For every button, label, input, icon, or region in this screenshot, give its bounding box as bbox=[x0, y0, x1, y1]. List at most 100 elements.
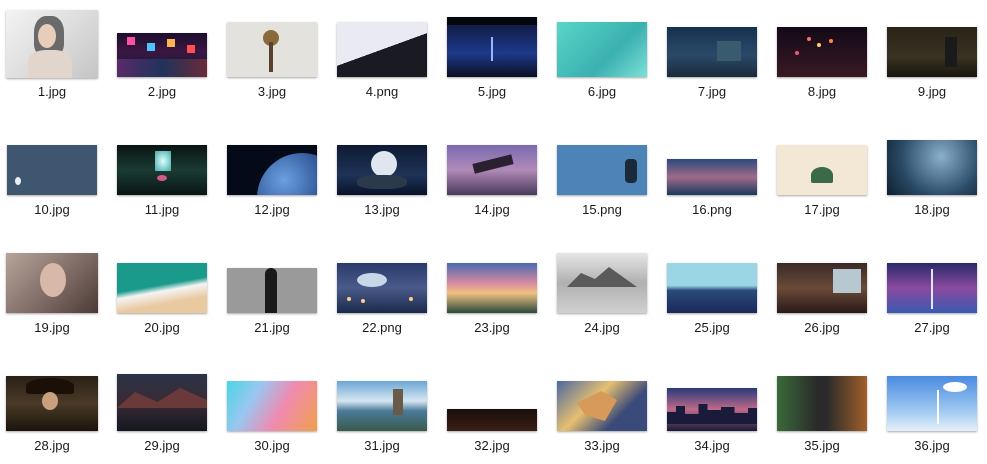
image-thumbnail-icon bbox=[337, 22, 427, 77]
image-thumbnail-icon bbox=[337, 263, 427, 313]
file-item[interactable]: 10.jpg bbox=[0, 118, 107, 228]
image-thumbnail-icon bbox=[777, 27, 867, 77]
file-item[interactable]: 23.jpg bbox=[437, 236, 547, 346]
file-name: 5.jpg bbox=[477, 84, 507, 99]
file-name: 1.jpg bbox=[37, 84, 67, 99]
file-item[interactable]: 12.jpg bbox=[217, 118, 327, 228]
image-thumbnail-icon bbox=[667, 27, 757, 77]
file-item[interactable]: 6.jpg bbox=[547, 0, 657, 110]
file-item[interactable]: 30.jpg bbox=[217, 354, 327, 464]
file-item[interactable]: 31.jpg bbox=[327, 354, 437, 464]
file-name: 30.jpg bbox=[254, 438, 290, 453]
file-item[interactable]: 22.png bbox=[327, 236, 437, 346]
image-thumbnail-icon bbox=[227, 145, 317, 195]
file-name: 29.jpg bbox=[144, 438, 180, 453]
file-item[interactable]: 8.jpg bbox=[767, 0, 877, 110]
file-name: 11.jpg bbox=[144, 202, 180, 217]
file-item[interactable]: 24.jpg bbox=[547, 236, 657, 346]
image-thumbnail-icon bbox=[337, 145, 427, 195]
file-name: 13.jpg bbox=[364, 202, 400, 217]
file-name: 2.jpg bbox=[147, 84, 177, 99]
file-item[interactable]: 15.png bbox=[547, 118, 657, 228]
file-item[interactable]: 5.jpg bbox=[437, 0, 547, 110]
file-name: 34.jpg bbox=[694, 438, 730, 453]
file-name: 22.png bbox=[362, 320, 402, 335]
image-thumbnail-icon bbox=[447, 409, 537, 431]
file-name: 24.jpg bbox=[584, 320, 620, 335]
file-item[interactable]: 21.jpg bbox=[217, 236, 327, 346]
file-item[interactable]: 33.jpg bbox=[547, 354, 657, 464]
file-item[interactable]: 3.jpg bbox=[217, 0, 327, 110]
file-item[interactable]: 34.jpg bbox=[657, 354, 767, 464]
file-name: 16.png bbox=[692, 202, 732, 217]
image-thumbnail-icon bbox=[667, 263, 757, 313]
file-grid: 1.jpg 2.jpg 3.jpg 4.png 5.jpg 6.jpg 7.jp… bbox=[0, 0, 987, 463]
image-thumbnail-icon bbox=[337, 381, 427, 431]
file-item[interactable]: 32.jpg bbox=[437, 354, 547, 464]
image-thumbnail-icon bbox=[557, 381, 647, 431]
image-thumbnail-icon bbox=[557, 253, 647, 313]
image-thumbnail-icon bbox=[447, 145, 537, 195]
file-item[interactable]: 28.jpg bbox=[0, 354, 107, 464]
file-name: 12.jpg bbox=[254, 202, 290, 217]
file-item[interactable]: 16.png bbox=[657, 118, 767, 228]
file-item[interactable]: 7.jpg bbox=[657, 0, 767, 110]
file-name: 8.jpg bbox=[807, 84, 837, 99]
file-name: 19.jpg bbox=[34, 320, 70, 335]
file-name: 17.jpg bbox=[804, 202, 840, 217]
file-item[interactable]: 26.jpg bbox=[767, 236, 877, 346]
file-name: 3.jpg bbox=[257, 84, 287, 99]
file-item[interactable]: 35.jpg bbox=[767, 354, 877, 464]
file-name: 26.jpg bbox=[804, 320, 840, 335]
file-item[interactable]: 13.jpg bbox=[327, 118, 437, 228]
file-item[interactable]: 20.jpg bbox=[107, 236, 217, 346]
image-thumbnail-icon bbox=[6, 10, 98, 78]
file-name: 32.jpg bbox=[474, 438, 510, 453]
file-item[interactable]: 18.jpg bbox=[877, 118, 987, 228]
image-thumbnail-icon bbox=[227, 268, 317, 313]
image-thumbnail-icon bbox=[117, 145, 207, 195]
image-thumbnail-icon bbox=[7, 145, 97, 195]
file-item[interactable]: 29.jpg bbox=[107, 354, 217, 464]
file-item[interactable]: 9.jpg bbox=[877, 0, 987, 110]
image-thumbnail-icon bbox=[6, 376, 98, 431]
image-thumbnail-icon bbox=[557, 145, 647, 195]
image-thumbnail-icon bbox=[887, 140, 977, 195]
file-item[interactable]: 14.jpg bbox=[437, 118, 547, 228]
file-name: 20.jpg bbox=[144, 320, 180, 335]
file-name: 35.jpg bbox=[804, 438, 840, 453]
file-item[interactable]: 11.jpg bbox=[107, 118, 217, 228]
image-thumbnail-icon bbox=[447, 17, 537, 77]
file-name: 28.jpg bbox=[34, 438, 70, 453]
file-item[interactable]: 17.jpg bbox=[767, 118, 877, 228]
file-name: 10.jpg bbox=[34, 202, 70, 217]
file-name: 4.png bbox=[365, 84, 399, 99]
file-name: 15.png bbox=[582, 202, 622, 217]
file-item[interactable]: 1.jpg bbox=[0, 0, 107, 110]
image-thumbnail-icon bbox=[667, 159, 757, 195]
file-item[interactable]: 25.jpg bbox=[657, 236, 767, 346]
image-thumbnail-icon bbox=[667, 388, 757, 431]
file-name: 18.jpg bbox=[914, 202, 950, 217]
image-thumbnail-icon bbox=[887, 263, 977, 313]
image-thumbnail-icon bbox=[777, 145, 867, 195]
file-name: 14.jpg bbox=[474, 202, 510, 217]
image-thumbnail-icon bbox=[887, 376, 977, 431]
file-item[interactable]: 2.jpg bbox=[107, 0, 217, 110]
image-thumbnail-icon bbox=[887, 27, 977, 77]
file-item[interactable]: 4.png bbox=[327, 0, 437, 110]
file-name: 25.jpg bbox=[694, 320, 730, 335]
image-thumbnail-icon bbox=[447, 263, 537, 313]
file-item[interactable]: 27.jpg bbox=[877, 236, 987, 346]
image-thumbnail-icon bbox=[6, 253, 98, 313]
file-name: 21.jpg bbox=[254, 320, 290, 335]
file-name: 9.jpg bbox=[917, 84, 947, 99]
file-item[interactable]: 19.jpg bbox=[0, 236, 107, 346]
file-name: 33.jpg bbox=[584, 438, 620, 453]
file-name: 23.jpg bbox=[474, 320, 510, 335]
image-thumbnail-icon bbox=[777, 376, 867, 431]
image-thumbnail-icon bbox=[227, 22, 317, 77]
image-thumbnail-icon bbox=[227, 381, 317, 431]
file-item[interactable]: 36.jpg bbox=[877, 354, 987, 464]
image-thumbnail-icon bbox=[117, 33, 207, 77]
